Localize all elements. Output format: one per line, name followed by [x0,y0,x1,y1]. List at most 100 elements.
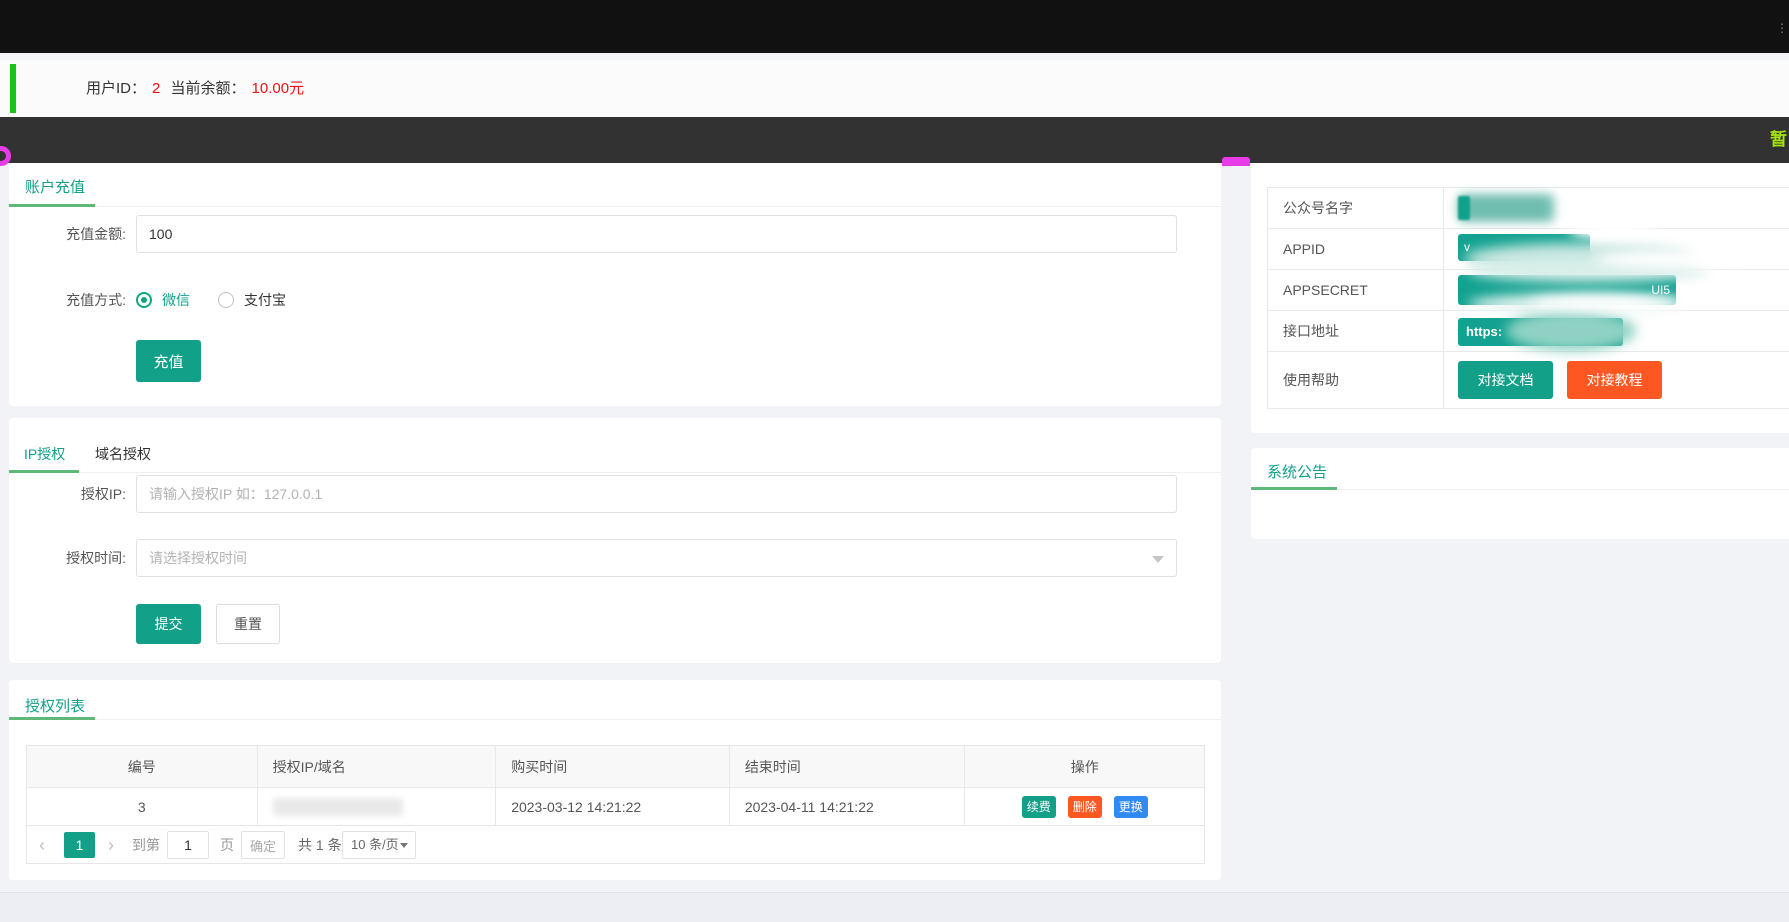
amount-input[interactable] [136,215,1177,253]
cell-ip-domain [258,788,497,825]
redacted-ip-value [272,797,403,816]
page-size-label: 10 条/页 [351,837,399,852]
api-url-value: https: [1444,295,1789,351]
api-url-prefix: https: [1466,324,1503,339]
account-name-label: 公众号名字 [1268,188,1444,228]
goto-page-input[interactable] [167,831,209,859]
renew-button[interactable]: 续费 [1021,795,1056,818]
cell-id: 3 [27,788,258,825]
user-id-label: 用户ID： [86,80,147,97]
auth-ip-label: 授权IP: [80,486,126,502]
replace-button[interactable]: 更换 [1113,795,1148,818]
redacted-account-name [1458,194,1554,222]
wechat-radio[interactable] [136,292,152,308]
blur-smudge [1506,311,1636,351]
blur-smudge [1594,250,1754,268]
divider [9,206,1221,207]
page: ⋮ 用户ID： 2 当前余额： 10.00元 暂 账户充值 充值金额: 充值方式: … [0,0,1789,922]
confirm-page-button[interactable]: 确定 [241,831,285,859]
info-row-appsecret: APPSECRET UI5 [1268,250,1789,314]
announcement-underline [1251,487,1337,490]
account-info-table: 公众号名字 APPID v APPSECRET UI5 接口地址 https: … [1267,187,1789,409]
total-count-label: 共 1 条 [298,837,342,853]
help-value: 对接文档 对接教程 [1444,352,1789,408]
auth-list-card: 授权列表 编号 授权IP/域名 购买时间 结束时间 操作 3 2023-03-1… [9,680,1221,880]
current-page-button[interactable]: 1 [64,832,95,858]
info-row-name: 公众号名字 [1268,188,1789,229]
alipay-radio[interactable] [218,292,234,308]
announcement-card: 系统公告 [1251,448,1789,539]
redacted-account-name-chip [1458,196,1470,220]
marquee-text: 暂 [1770,130,1787,149]
next-page-icon[interactable]: › [108,826,114,864]
delete-button[interactable]: 删除 [1067,795,1102,818]
header-id: 编号 [27,746,258,787]
auth-list-title: 授权列表 [25,698,86,715]
auth-ip-input[interactable] [136,475,1177,513]
auth-table: 编号 授权IP/域名 购买时间 结束时间 操作 3 2023-03-12 14:… [26,745,1205,864]
reset-button[interactable]: 重置 [216,604,280,644]
wechat-radio-label[interactable]: 微信 [162,290,190,310]
footer-strip [0,892,1789,922]
user-info-bar: 用户ID： 2 当前余额： 10.00元 [0,60,1789,117]
top-navigation-bar: ⋮ [0,0,1789,53]
page-size-select[interactable]: 10 条/页 [342,831,416,859]
account-name-value [1444,188,1789,228]
table-row: 3 2023-03-12 14:21:22 2023-04-11 14:21:2… [27,787,1204,825]
tab-ip-auth[interactable]: IP授权 [24,444,65,464]
table-header-row: 编号 授权IP/域名 购买时间 结束时间 操作 [27,746,1204,787]
info-row-api-url: 接口地址 https: [1268,295,1789,352]
announcement-title: 系统公告 [1267,464,1328,481]
auth-time-select[interactable]: 请选择授权时间 [136,539,1177,577]
header-end-time: 结束时间 [730,746,966,787]
header-actions: 操作 [1070,758,1099,775]
tab-domain-auth[interactable]: 域名授权 [95,444,151,464]
auth-list-underline [9,717,95,720]
help-label: 使用帮助 [1268,352,1444,408]
user-info-text: 用户ID： 2 当前余额： 10.00元 [86,60,310,117]
pagination-bar: ‹ 1 › 到第 页 确定 共 1 条 10 条/页 [27,825,1204,863]
cell-buy-time: 2023-03-12 14:21:22 [496,788,730,825]
recharge-title-underline [9,204,95,207]
auth-time-placeholder: 请选择授权时间 [149,550,247,566]
blur-smudge [1569,223,1659,239]
tutorial-button[interactable]: 对接教程 [1567,361,1662,399]
notice-marquee-bar: 暂 [0,117,1789,163]
row-actions: 续费 删除 更换 [1021,795,1148,818]
appid-label: APPID [1268,229,1444,269]
user-id-value: 2 [152,80,161,97]
info-row-help: 使用帮助 对接文档 对接教程 [1268,352,1789,409]
tab-underline [9,470,79,473]
cell-actions: 续费 删除 更换 [965,788,1204,825]
ip-auth-card: IP授权 域名授权 授权IP: 授权时间: 请选择授权时间 提交 重置 [9,418,1221,663]
header-ip-domain: 授权IP/域名 [258,746,497,787]
chevron-down-icon [400,843,408,848]
api-url-label: 接口地址 [1268,311,1444,351]
appsecret-label: APPSECRET [1268,270,1444,310]
blur-smudge [1529,295,1689,311]
balance-value: 10.00元 [251,80,305,97]
account-info-card: 公众号名字 APPID v APPSECRET UI5 接口地址 https: … [1251,163,1789,433]
goto-label: 到第 [132,837,160,853]
method-label: 充值方式: [66,292,126,308]
page-unit-label: 页 [220,837,234,853]
recharge-button[interactable]: 充值 [136,340,201,382]
topbar-corner-icon[interactable]: ⋮ [1776,21,1788,35]
amount-label: 充值金额: [66,226,126,242]
recharge-card-title: 账户充值 [25,179,86,196]
submit-button[interactable]: 提交 [136,604,201,644]
recharge-card: 账户充值 充值金额: 充值方式: 微信 支付宝 充值 [9,163,1221,406]
auth-time-label: 授权时间: [66,550,126,566]
header-buy-time: 购买时间 [496,746,730,787]
prev-page-icon[interactable]: ‹ [39,826,45,864]
payment-method-group: 微信 支付宝 [136,281,314,319]
doc-button[interactable]: 对接文档 [1458,361,1553,399]
balance-label: 当前余额： [170,80,246,97]
chevron-down-icon [1152,556,1164,563]
magenta-decoration-right [1222,157,1250,166]
alipay-radio-label[interactable]: 支付宝 [244,290,286,310]
divider [9,719,1221,720]
divider [9,472,1221,473]
cell-end-time: 2023-04-11 14:21:22 [730,788,966,825]
green-accent-bar [10,64,16,113]
